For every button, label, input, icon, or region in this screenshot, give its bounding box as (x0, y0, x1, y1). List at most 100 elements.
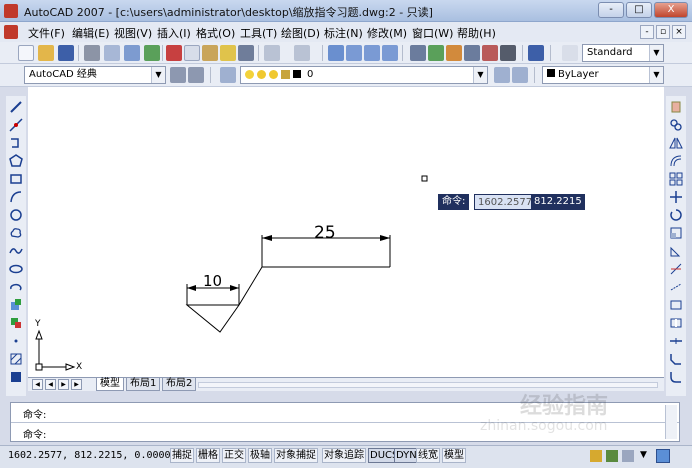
properties-icon[interactable] (410, 45, 426, 61)
chamfer-icon[interactable] (669, 352, 683, 366)
last-tab-button[interactable]: ▶ (71, 379, 82, 390)
match-properties-icon[interactable] (220, 45, 236, 61)
new-icon[interactable] (18, 45, 34, 61)
text-style-select[interactable]: Standard ▼ (582, 44, 664, 62)
dynamic-input-x[interactable]: 1602.2577 (474, 194, 537, 210)
design-center-icon[interactable] (428, 45, 444, 61)
print-preview-icon[interactable] (104, 45, 120, 61)
close-button[interactable]: X (654, 2, 688, 18)
dynamic-input-y[interactable]: 812.2215 (531, 194, 585, 210)
line-icon[interactable] (9, 100, 23, 114)
3d-dwf-icon[interactable] (144, 45, 160, 61)
paste-icon[interactable] (202, 45, 218, 61)
lock-icon[interactable] (590, 450, 602, 462)
command-prompt[interactable]: 命令: (23, 426, 46, 441)
join-icon[interactable] (669, 334, 683, 348)
polyline-icon[interactable] (9, 136, 23, 150)
menu-modify[interactable]: 修改(M) (367, 25, 407, 41)
move-icon[interactable] (669, 190, 683, 204)
otrack-toggle[interactable]: 对象追踪 (322, 448, 366, 463)
tab-model[interactable]: 模型 (96, 378, 124, 391)
snap-toggle[interactable]: 捕捉 (170, 448, 194, 463)
tab-layout2[interactable]: 布局2 (162, 378, 197, 391)
arc-icon[interactable] (9, 190, 23, 204)
spline-icon[interactable] (9, 244, 23, 258)
mirror-icon[interactable] (669, 136, 683, 150)
coordinate-readout[interactable]: 1602.2577, 812.2215, 0.0000 (8, 450, 171, 461)
workspace-select[interactable]: AutoCAD 经典 ▼ (24, 66, 166, 84)
array-icon[interactable] (669, 172, 683, 186)
first-tab-button[interactable]: ◀ (32, 379, 43, 390)
trim-icon[interactable] (669, 262, 683, 276)
osnap-toggle[interactable]: 对象捕捉 (274, 448, 318, 463)
publish-icon[interactable] (124, 45, 140, 61)
offset-icon[interactable] (669, 154, 683, 168)
zoom-realtime-icon[interactable] (346, 45, 362, 61)
tray-settings-icon[interactable] (622, 450, 634, 462)
layer-select[interactable]: 0 ▼ (240, 66, 488, 84)
command-scrollbar[interactable] (665, 405, 677, 439)
open-icon[interactable] (38, 45, 54, 61)
doc-minimize-button[interactable]: - (640, 25, 654, 39)
erase-icon[interactable] (669, 100, 683, 114)
copy-object-icon[interactable] (669, 118, 683, 132)
calculator-icon[interactable] (500, 45, 516, 61)
sheet-set-icon[interactable] (464, 45, 480, 61)
workspace-settings-icon[interactable] (170, 67, 186, 83)
menu-tools[interactable]: 工具(T) (240, 25, 277, 41)
gradient-icon[interactable] (9, 370, 23, 384)
save-icon[interactable] (58, 45, 74, 61)
menu-help[interactable]: 帮助(H) (457, 25, 496, 41)
markup-icon[interactable] (482, 45, 498, 61)
ellipse-icon[interactable] (9, 262, 23, 276)
stretch-icon[interactable] (669, 244, 683, 258)
zoom-window-icon[interactable] (364, 45, 380, 61)
break-icon[interactable] (669, 316, 683, 330)
copy-icon[interactable] (184, 45, 200, 61)
menu-dimension[interactable]: 标注(N) (324, 25, 363, 41)
chevron-down-icon[interactable]: ▼ (640, 450, 650, 462)
drawing-canvas[interactable]: 25 10 Y X (28, 87, 664, 377)
text-style-icon[interactable] (562, 45, 578, 61)
extend-icon[interactable] (669, 280, 683, 294)
cut-icon[interactable] (166, 45, 182, 61)
menu-draw[interactable]: 绘图(D) (281, 25, 320, 41)
zoom-previous-icon[interactable] (382, 45, 398, 61)
block-editor-icon[interactable] (238, 45, 254, 61)
fillet-icon[interactable] (669, 370, 683, 384)
tool-palettes-icon[interactable] (446, 45, 462, 61)
workspace-save-icon[interactable] (188, 67, 204, 83)
layer-manager-icon[interactable] (220, 67, 236, 83)
menu-file[interactable]: 文件(F) (28, 25, 65, 41)
tab-layout1[interactable]: 布局1 (126, 378, 161, 391)
layer-previous-icon[interactable] (512, 67, 528, 83)
break-at-point-icon[interactable] (669, 298, 683, 312)
scale-icon[interactable] (669, 226, 683, 240)
circle-icon[interactable] (9, 208, 23, 222)
insert-block-icon[interactable] (9, 298, 23, 312)
doc-close-button[interactable]: × (672, 25, 686, 39)
make-block-icon[interactable] (9, 316, 23, 330)
make-current-layer-icon[interactable] (494, 67, 510, 83)
print-icon[interactable] (84, 45, 100, 61)
polygon-icon[interactable] (9, 154, 23, 168)
construction-line-icon[interactable] (9, 118, 23, 132)
menu-edit[interactable]: 编辑(E) (72, 25, 110, 41)
undo-icon[interactable] (264, 45, 280, 61)
rectangle-icon[interactable] (9, 172, 23, 186)
grid-toggle[interactable]: 栅格 (196, 448, 220, 463)
menu-window[interactable]: 窗口(W) (412, 25, 453, 41)
point-icon[interactable] (9, 334, 23, 348)
clean-screen-icon[interactable] (656, 449, 670, 463)
next-tab-button[interactable]: ▶ (58, 379, 69, 390)
polar-toggle[interactable]: 极轴 (248, 448, 272, 463)
revision-cloud-icon[interactable] (9, 226, 23, 240)
maximize-button[interactable]: □ (626, 2, 652, 18)
minimize-button[interactable]: - (598, 2, 624, 18)
color-select[interactable]: ByLayer ▼ (542, 66, 664, 84)
autocad-app-icon[interactable] (4, 4, 18, 18)
rotate-icon[interactable] (669, 208, 683, 222)
hatch-icon[interactable] (9, 352, 23, 366)
menu-insert[interactable]: 插入(I) (157, 25, 191, 41)
document-icon[interactable] (4, 25, 18, 39)
